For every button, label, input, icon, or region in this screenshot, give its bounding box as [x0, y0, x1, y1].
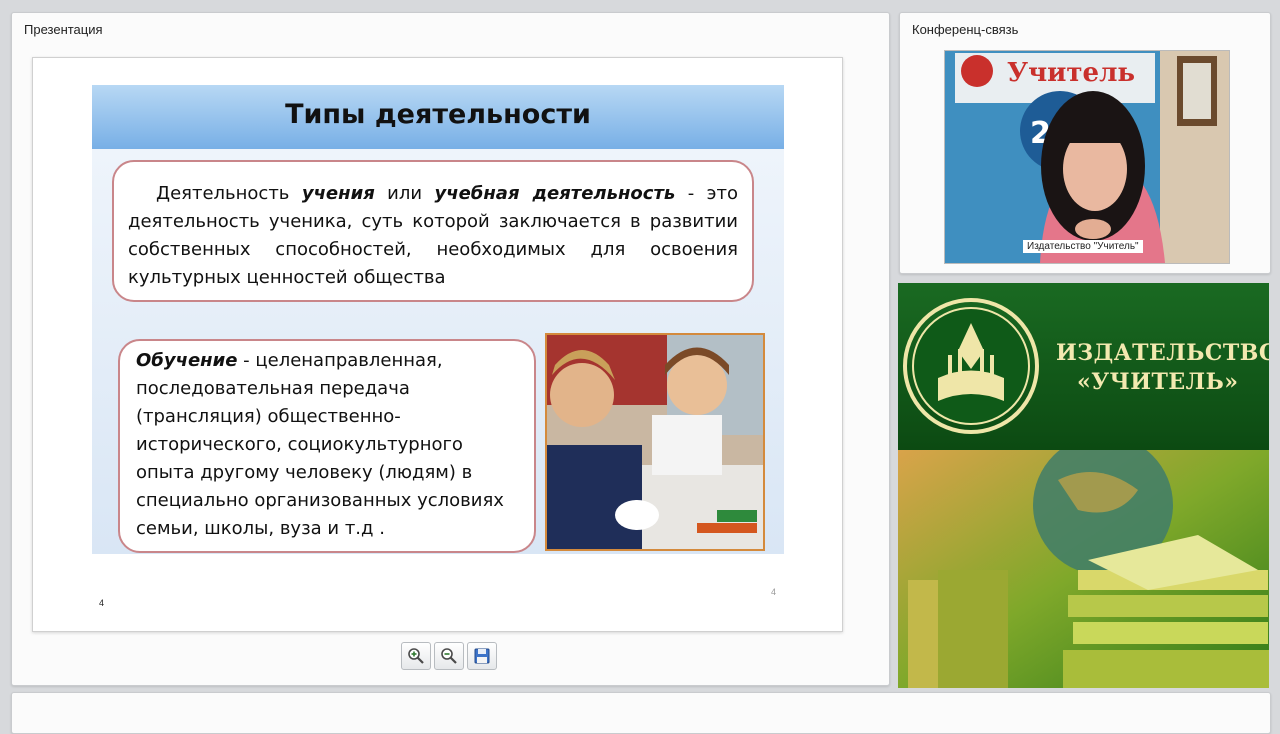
definition-connector: или	[374, 183, 435, 204]
term-uchebnaya-deyatelnost: учебная деятельность	[434, 183, 676, 204]
zoom-in-button[interactable]	[401, 642, 431, 670]
presentation-panel: Презентация Типы деятельности Деятельнос…	[11, 12, 890, 686]
slide-page-number-faint: 4	[771, 587, 777, 597]
presentation-panel-title: Презентация	[24, 22, 103, 37]
slide-page-number: 4	[99, 598, 105, 608]
save-icon	[474, 648, 490, 664]
children-photo	[545, 333, 765, 551]
zoom-out-button[interactable]	[434, 642, 464, 670]
conference-panel-title: Конференц-связь	[912, 22, 1019, 37]
definition-box-teaching: Обучение - целенаправленная, последовате…	[118, 339, 536, 553]
video-feed[interactable]: Учитель 25 Издательство "Учитель"	[944, 50, 1230, 264]
publisher-name-line1: ИЗДАТЕЛЬСТВО	[1056, 340, 1269, 366]
zoom-in-icon	[408, 648, 424, 664]
publisher-banner-top: ИЗДАТЕЛЬСТВО «УЧИТЕЛЬ»	[898, 283, 1269, 450]
publisher-banner: ИЗДАТЕЛЬСТВО «УЧИТЕЛЬ»	[898, 283, 1269, 688]
zoom-out-icon	[441, 648, 457, 664]
slide-title: Типы деятельности	[285, 99, 591, 130]
term-ucheniya: учения	[301, 183, 375, 204]
save-button[interactable]	[467, 642, 497, 670]
definition-box-learning: Деятельность учения или учебная деятельн…	[112, 160, 754, 302]
video-label: Издательство "Учитель"	[1023, 240, 1143, 253]
definition-lead: Деятельность	[156, 183, 302, 204]
teaching-definition-rest: - целенаправленная, последовательная пер…	[136, 350, 504, 539]
slide-body: Деятельность учения или учебная деятельн…	[92, 149, 784, 554]
books-globe-image	[898, 435, 1269, 688]
publisher-name-line2: «УЧИТЕЛЬ»	[1077, 369, 1239, 395]
svg-text:Учитель: Учитель	[1007, 58, 1135, 88]
definition-text-learning: Деятельность учения или учебная деятельн…	[128, 180, 738, 292]
slide-header: Типы деятельности	[92, 85, 784, 149]
publisher-logo-icon	[903, 298, 1039, 434]
bottom-panel	[11, 692, 1271, 734]
definition-text-teaching: Обучение - целенаправленная, последовате…	[136, 347, 524, 543]
slide-viewer[interactable]: Типы деятельности Деятельность учения ил…	[32, 57, 843, 632]
conference-panel: Конференц-связь Учитель 25 Издательство …	[899, 12, 1271, 274]
term-obuchenie: Обучение	[136, 350, 238, 371]
